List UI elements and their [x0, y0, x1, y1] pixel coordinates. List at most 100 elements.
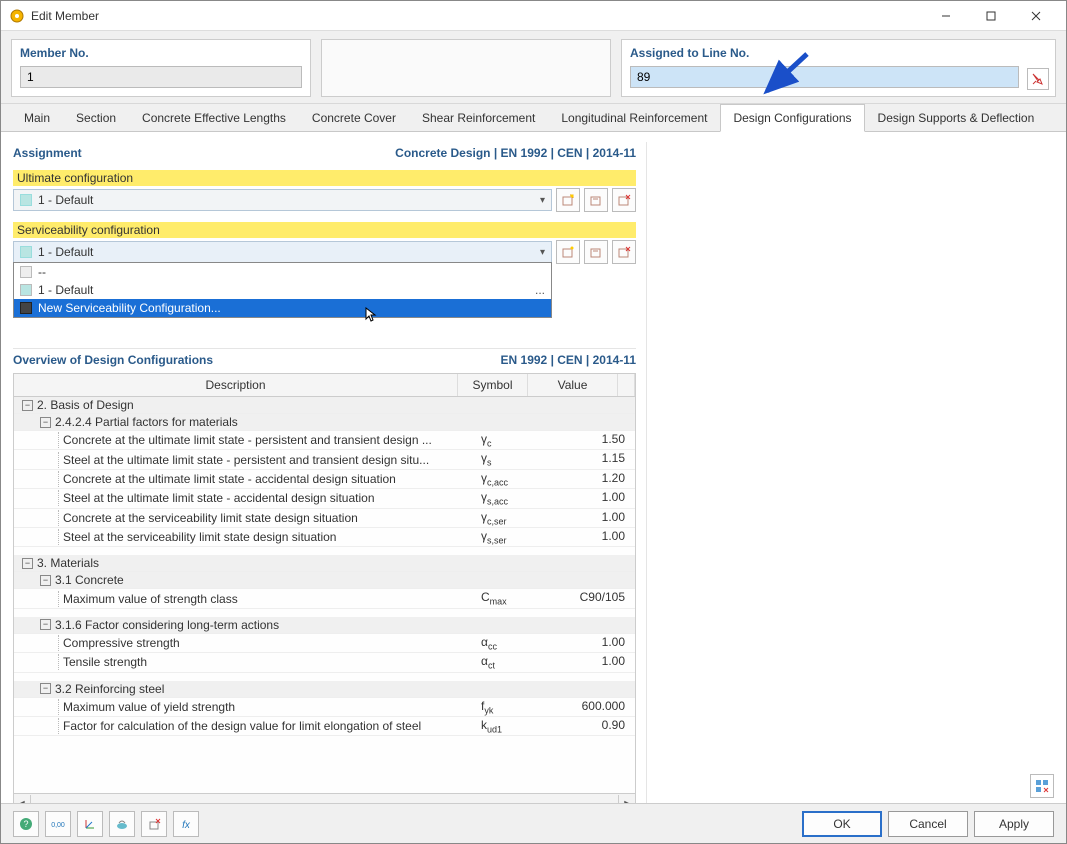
- color-swatch-icon: [20, 284, 32, 296]
- group-row[interactable]: −2.4.2.4 Partial factors for materials: [14, 414, 635, 431]
- top-fields: Member No. Assigned to Line No.: [1, 31, 1066, 104]
- scrollbar-corner: [618, 374, 635, 396]
- assigned-input[interactable]: [630, 66, 1019, 88]
- table-row[interactable]: Maximum value of yield strengthfyk600.00…: [14, 698, 635, 717]
- dropdown-item-label: --: [38, 265, 46, 279]
- row-value: 1.00: [545, 528, 635, 546]
- group-row[interactable]: −3.2 Reinforcing steel: [14, 681, 635, 698]
- color-swatch-icon: [20, 266, 32, 278]
- assigned-label: Assigned to Line No.: [630, 46, 1047, 60]
- row-symbol: γs,ser: [475, 528, 545, 546]
- table-row[interactable]: Maximum value of strength classCmaxC90/1…: [14, 589, 635, 608]
- cancel-button[interactable]: Cancel: [888, 811, 968, 837]
- tab-longitudinal-reinforcement[interactable]: Longitudinal Reinforcement: [548, 104, 720, 131]
- service-config-dropdown: -- 1 - Default ... New Serviceability Co…: [13, 262, 552, 318]
- table-row[interactable]: Concrete at the ultimate limit state - a…: [14, 470, 635, 489]
- tab-section[interactable]: Section: [63, 104, 129, 131]
- service-config-combo[interactable]: 1 - Default ▾: [13, 241, 552, 263]
- ultimate-config-combo[interactable]: 1 - Default ▾: [13, 189, 552, 211]
- collapse-icon[interactable]: −: [40, 417, 51, 428]
- svg-text:fx: fx: [182, 820, 191, 831]
- help-button[interactable]: ?: [13, 811, 39, 837]
- delete-button[interactable]: [141, 811, 167, 837]
- row-description: Concrete at the ultimate limit state - p…: [63, 433, 432, 447]
- group-row[interactable]: −3. Materials: [14, 555, 635, 572]
- row-symbol: αcc: [475, 634, 545, 652]
- app-icon: [9, 8, 25, 24]
- minimize-button[interactable]: [923, 2, 968, 30]
- row-description: Steel at the ultimate limit state - pers…: [63, 453, 429, 467]
- table-row[interactable]: Concrete at the serviceability limit sta…: [14, 509, 635, 528]
- tab-concrete-cover[interactable]: Concrete Cover: [299, 104, 409, 131]
- group-row[interactable]: −3.1 Concrete: [14, 572, 635, 589]
- table-row[interactable]: Steel at the ultimate limit state - pers…: [14, 450, 635, 469]
- tab-design-supports-deflection[interactable]: Design Supports & Deflection: [865, 104, 1048, 131]
- row-value: 1.20: [545, 470, 635, 488]
- group-row[interactable]: −3.1.6 Factor considering long-term acti…: [14, 617, 635, 634]
- edit-config-button[interactable]: [584, 240, 608, 264]
- member-no-label: Member No.: [20, 46, 302, 60]
- table-row[interactable]: Concrete at the ultimate limit state - p…: [14, 431, 635, 450]
- col-value: Value: [528, 374, 618, 396]
- row-description: 3. Materials: [37, 556, 99, 570]
- collapse-icon[interactable]: −: [22, 558, 33, 569]
- delete-config-button[interactable]: [612, 188, 636, 212]
- tab-design-configurations[interactable]: Design Configurations: [720, 104, 864, 132]
- apply-button[interactable]: Apply: [974, 811, 1054, 837]
- row-value: 1.00: [545, 489, 635, 507]
- tab-concrete-effective-lengths[interactable]: Concrete Effective Lengths: [129, 104, 299, 131]
- service-config-row: 1 - Default ▾ -- 1 - Default ...: [13, 240, 636, 264]
- title-bar: Edit Member: [1, 1, 1066, 31]
- row-value: [545, 617, 635, 633]
- right-panel: [646, 142, 1054, 812]
- member-no-input[interactable]: [20, 66, 302, 88]
- dropdown-item-blank[interactable]: --: [14, 263, 551, 281]
- row-description: Steel at the ultimate limit state - acci…: [63, 491, 375, 505]
- collapse-icon[interactable]: −: [40, 619, 51, 630]
- pick-line-button[interactable]: [1027, 68, 1049, 90]
- delete-config-button[interactable]: [612, 240, 636, 264]
- local-axes-button[interactable]: [77, 811, 103, 837]
- ok-button[interactable]: OK: [802, 811, 882, 837]
- table-row[interactable]: Factor for calculation of the design val…: [14, 717, 635, 736]
- maximize-button[interactable]: [968, 2, 1013, 30]
- dropdown-item-new[interactable]: New Serviceability Configuration...: [14, 299, 551, 317]
- overview-title: Overview of Design Configurations: [13, 353, 213, 367]
- row-symbol: Cmax: [475, 589, 545, 607]
- row-symbol: γc,ser: [475, 509, 545, 527]
- table-row[interactable]: Compressive strengthαcc1.00: [14, 634, 635, 653]
- function-button[interactable]: fx: [173, 811, 199, 837]
- row-symbol: kud1: [475, 717, 545, 735]
- row-symbol: [475, 681, 545, 697]
- row-description: Maximum value of yield strength: [63, 700, 235, 714]
- detail-view-button[interactable]: [1030, 774, 1054, 798]
- collapse-icon[interactable]: −: [40, 683, 51, 694]
- dropdown-item-default[interactable]: 1 - Default ...: [14, 281, 551, 299]
- tab-shear-reinforcement[interactable]: Shear Reinforcement: [409, 104, 548, 131]
- row-symbol: [475, 397, 545, 413]
- units-button[interactable]: 0,00: [45, 811, 71, 837]
- row-value: [545, 681, 635, 697]
- table-row[interactable]: Steel at the ultimate limit state - acci…: [14, 489, 635, 508]
- middle-box: [321, 39, 611, 97]
- new-config-button[interactable]: [556, 240, 580, 264]
- collapse-icon[interactable]: −: [22, 400, 33, 411]
- ultimate-config-value: 1 - Default: [38, 193, 93, 207]
- row-description: 3.1 Concrete: [55, 573, 124, 587]
- footer-bar: ? 0,00 fx OK Cancel Apply: [1, 803, 1066, 843]
- tab-main[interactable]: Main: [11, 104, 63, 131]
- color-swatch-icon: [20, 194, 32, 206]
- row-description: Compressive strength: [63, 636, 180, 650]
- collapse-icon[interactable]: −: [40, 575, 51, 586]
- svg-text:?: ?: [23, 819, 28, 829]
- edit-config-button[interactable]: [584, 188, 608, 212]
- table-row[interactable]: Tensile strengthαct1.00: [14, 653, 635, 672]
- row-symbol: γs,acc: [475, 489, 545, 507]
- table-row[interactable]: Steel at the serviceability limit state …: [14, 528, 635, 547]
- overview-grid: Description Symbol Value −2. Basis of De…: [13, 373, 636, 812]
- group-row[interactable]: −2. Basis of Design: [14, 397, 635, 414]
- close-button[interactable]: [1013, 2, 1058, 30]
- render-button[interactable]: [109, 811, 135, 837]
- grid-body[interactable]: −2. Basis of Design−2.4.2.4 Partial fact…: [13, 397, 636, 794]
- new-config-button[interactable]: [556, 188, 580, 212]
